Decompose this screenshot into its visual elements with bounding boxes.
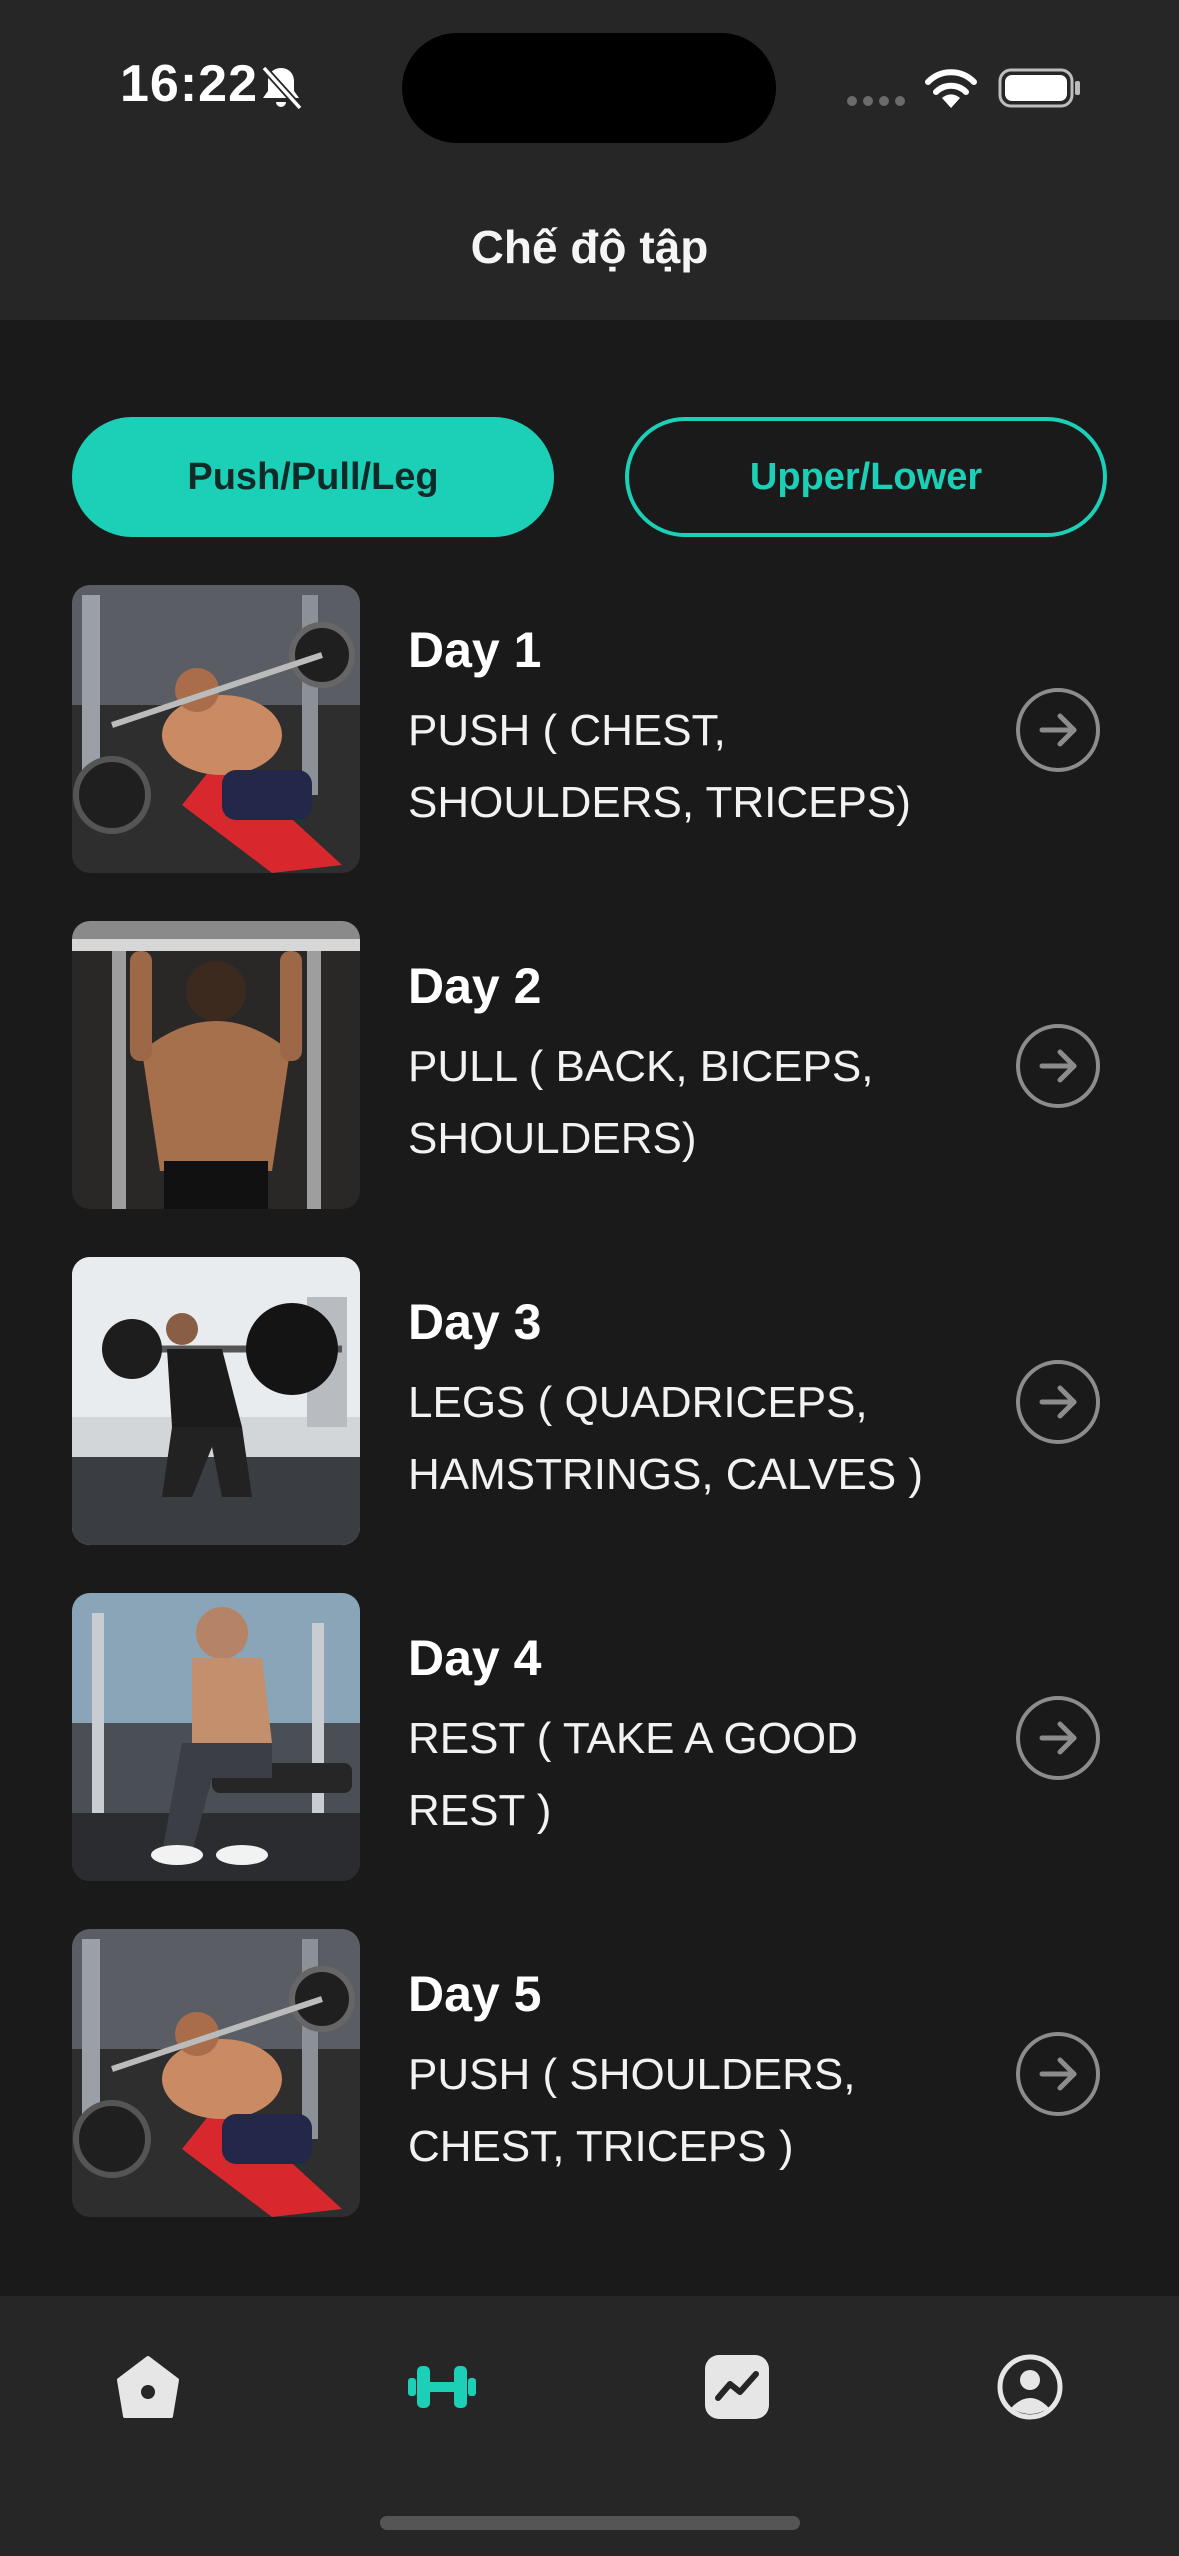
arrow-right-circle-icon[interactable]: [1014, 2030, 1102, 2118]
workout-thumbnail-bench-press: [72, 585, 360, 873]
day-list-item-2[interactable]: Day 2 PULL ( BACK, BICEPS, SHOULDERS): [0, 921, 1179, 1211]
status-bar: 16:22: [0, 0, 1179, 178]
page-title: Chế độ tập: [470, 221, 709, 273]
header: Chế độ tập: [0, 178, 1179, 320]
workout-thumbnail-rest: [72, 1593, 360, 1881]
workout-thumbnail-bench-press: [72, 1929, 360, 2217]
day-title: Day 5: [408, 1966, 542, 2022]
day-description: PUSH ( SHOULDERS, CHEST, TRICEPS ): [408, 2050, 856, 2171]
arrow-right-circle-icon[interactable]: [1014, 686, 1102, 774]
cellular-signal-icon: [847, 96, 905, 106]
home-indicator: [380, 2516, 800, 2530]
wifi-icon: [925, 69, 977, 108]
home-icon[interactable]: [113, 2352, 183, 2422]
day-description: PUSH ( CHEST, SHOULDERS, TRICEPS): [408, 706, 911, 827]
day-title: Day 3: [408, 1294, 542, 1350]
bell-slash-icon: [261, 65, 303, 111]
day-list-item-1[interactable]: Day 1 PUSH ( CHEST, SHOULDERS, TRICEPS): [0, 585, 1179, 875]
day-list-item-5[interactable]: Day 5 PUSH ( SHOULDERS, CHEST, TRICEPS ): [0, 1929, 1179, 2219]
dynamic-island: [402, 33, 776, 143]
day-description: REST ( TAKE A GOOD REST ): [408, 1714, 858, 1835]
arrow-right-circle-icon[interactable]: [1014, 1358, 1102, 1446]
dumbbell-icon[interactable]: [407, 2352, 477, 2422]
day-list-item-4[interactable]: Day 4 REST ( TAKE A GOOD REST ): [0, 1593, 1179, 1883]
workout-thumbnail-squat: [72, 1257, 360, 1545]
profile-icon[interactable]: [995, 2352, 1065, 2422]
chart-icon[interactable]: [702, 2352, 772, 2422]
workout-thumbnail-back: [72, 921, 360, 1209]
day-list-item-3[interactable]: Day 3 LEGS ( QUADRICEPS, HAMSTRINGS, CAL…: [0, 1257, 1179, 1547]
arrow-right-circle-icon[interactable]: [1014, 1022, 1102, 1110]
day-title: Day 2: [408, 958, 542, 1014]
status-time: 16:22: [120, 55, 258, 113]
day-title: Day 1: [408, 622, 542, 678]
tab-push-pull-leg[interactable]: Push/Pull/Leg: [72, 417, 554, 537]
arrow-right-circle-icon[interactable]: [1014, 1694, 1102, 1782]
day-description: PULL ( BACK, BICEPS, SHOULDERS): [408, 1042, 874, 1163]
day-title: Day 4: [408, 1630, 542, 1686]
tab-upper-lower[interactable]: Upper/Lower: [625, 417, 1107, 537]
day-description: LEGS ( QUADRICEPS, HAMSTRINGS, CALVES ): [408, 1378, 924, 1499]
battery-icon: [998, 68, 1080, 108]
